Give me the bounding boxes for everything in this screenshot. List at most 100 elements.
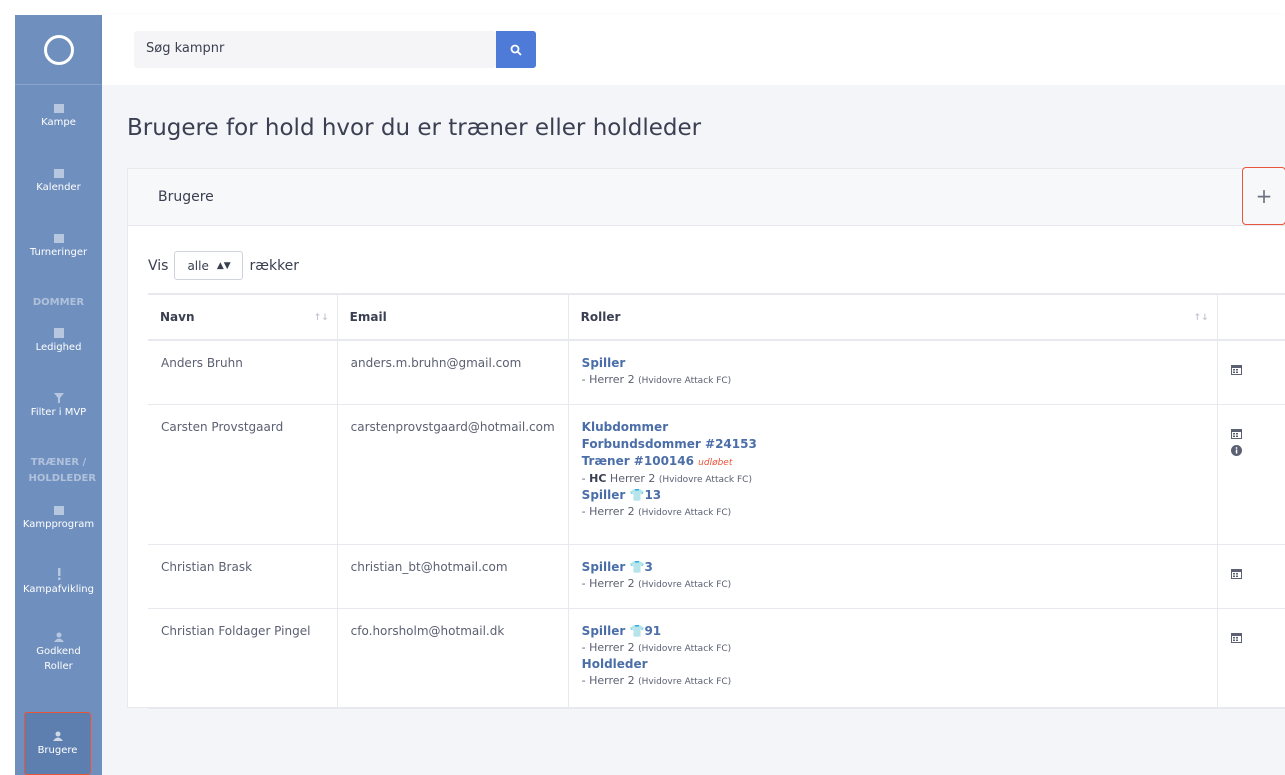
sidebar-item-filter[interactable]: Filter i MVP [15, 393, 102, 421]
cell-actions [1216, 340, 1285, 405]
role-name[interactable]: Spiller 👕91 [582, 623, 1204, 640]
role-team: - Herrer 2 (Hvidovre Attack FC) [581, 674, 732, 688]
page-title: Brugere for hold hvor du er træner eller… [127, 115, 702, 141]
sort-icon: ↑↓ [313, 313, 329, 323]
square-icon [53, 328, 64, 338]
column-header-navn[interactable]: Navn ↑↓ [148, 293, 338, 341]
column-header-label: Roller [580, 310, 621, 324]
search-icon [510, 44, 522, 56]
sidebar-item-kampe[interactable]: Kampe [15, 103, 102, 131]
role-team: - Herrer 2 (Hvidovre Attack FC) [581, 505, 732, 519]
role-name[interactable]: Klubdommer [582, 419, 1204, 436]
cell-roles: Spiller 👕91 - Herrer 2 (Hvidovre Attack … [567, 608, 1218, 709]
sidebar-item-kalender[interactable]: Kalender [15, 168, 102, 196]
cell-actions [1216, 544, 1285, 609]
shirt-number: 3 [644, 559, 653, 574]
role-name[interactable]: Spiller 👕3 [582, 559, 1204, 576]
cell-roles: Spiller 👕3 - Herrer 2 (Hvidovre Attack F… [567, 544, 1218, 609]
card-title: Brugere [158, 189, 214, 205]
role-team: - Herrer 2 (Hvidovre Attack FC) [581, 576, 732, 590]
calendar-icon [53, 234, 64, 243]
main-content: Brugere for hold hvor du er træner eller… [102, 85, 1285, 775]
sidebar-item-label: Kalender [36, 182, 81, 193]
table-header-row: Navn ↑↓ Email Roller ↑↓ [148, 293, 1285, 341]
section-traener: TRÆNER / HOLDLEDER [15, 455, 102, 486]
sidebar-item-kampafvikling[interactable]: Kampafvikling [15, 568, 102, 598]
sidebar-item-label: Kampafvikling [23, 584, 94, 595]
sidebar-item-kampprogram[interactable]: Kampprogram [15, 505, 102, 533]
calendar-icon[interactable] [1230, 567, 1242, 584]
select-arrows-icon: ▲▼ [216, 260, 231, 271]
sidebar-item-ledighed[interactable]: Ledighed [15, 328, 102, 356]
calendar-icon[interactable] [1230, 631, 1242, 648]
cell-name: Carsten Provstgaard [148, 404, 338, 545]
user-icon [52, 731, 63, 741]
info-icon[interactable] [1230, 444, 1242, 461]
users-card: Brugere + Vis alle ▲▼ rækker Navn ↑↓ Ema… [127, 167, 1285, 709]
calendar-icon[interactable] [1230, 427, 1242, 444]
page-size-prefix: Vis [148, 257, 169, 274]
role-team: - Herrer 2 (Hvidovre Attack FC) [581, 373, 732, 387]
sidebar-item-brugere[interactable]: Brugere [24, 712, 91, 775]
search-button[interactable] [496, 31, 536, 68]
users-table: Navn ↑↓ Email Roller ↑↓ Anders Bruhn and… [148, 293, 1285, 709]
sidebar-item-turneringer[interactable]: Turneringer [15, 233, 102, 261]
user-icon [53, 632, 64, 642]
cell-actions [1216, 404, 1285, 545]
add-user-button[interactable]: + [1242, 167, 1285, 225]
sidebar-item-label: Turneringer [29, 247, 88, 258]
cell-email: christian_bt@hotmail.com [336, 544, 569, 609]
section-traener-label: TRÆNER / HOLDLEDER [28, 457, 97, 484]
expired-badge: udløbet [698, 458, 733, 469]
shirt-icon: 👕 [629, 559, 645, 574]
table-row: Carsten Provstgaard carstenprovstgaard@h… [148, 404, 1285, 545]
role-team: - HC Herrer 2 (Hvidovre Attack FC) [581, 471, 752, 485]
topbar: Søg kampnr [102, 15, 1285, 85]
cell-roles: Klubdommer Forbundsdommer #24153 Træner … [567, 404, 1218, 545]
calendar-icon[interactable] [1230, 363, 1242, 380]
column-header-roller[interactable]: Roller ↑↓ [567, 293, 1218, 341]
page-size-value: alle [187, 258, 209, 273]
page-size-select[interactable]: alle ▲▼ [174, 251, 244, 280]
page-size-suffix: rækker [249, 257, 300, 274]
calendar-icon [53, 169, 64, 178]
filter-icon [53, 393, 64, 403]
sidebar: Kampe Kalender Turneringer DOMMER Ledigh… [15, 15, 102, 775]
column-header-actions [1216, 293, 1285, 341]
sort-icon: ↑↓ [1193, 313, 1209, 323]
cell-email: cfo.horsholm@hotmail.dk [336, 608, 569, 709]
cell-name: Anders Bruhn [148, 340, 338, 405]
sidebar-item-label: Ledighed [35, 342, 82, 353]
logo[interactable] [15, 15, 102, 85]
page-size-control: Vis alle ▲▼ rækker [148, 251, 299, 280]
role-name[interactable]: Holdleder [582, 656, 1204, 673]
sidebar-item-label: Filter i MVP [30, 407, 87, 418]
shirt-number: 13 [644, 487, 662, 502]
shirt-icon: 👕 [629, 487, 645, 502]
card-header: Brugere [128, 169, 1285, 226]
column-header-email[interactable]: Email [336, 293, 569, 341]
exclamation-icon [57, 568, 60, 580]
sidebar-item-label: Kampe [41, 117, 76, 128]
role-team: - Herrer 2 (Hvidovre Attack FC) [581, 640, 732, 654]
shirt-icon: 👕 [629, 623, 645, 638]
cell-email: carstenprovstgaard@hotmail.com [336, 404, 569, 545]
cell-roles: Spiller - Herrer 2 (Hvidovre Attack FC) [567, 340, 1218, 405]
table-row: Christian Foldager Pingel cfo.horsholm@h… [148, 608, 1285, 709]
logo-ring-icon [43, 34, 74, 65]
table-row: Anders Bruhn anders.m.bruhn@gmail.com Sp… [148, 340, 1285, 405]
role-name[interactable]: Spiller [582, 355, 1204, 372]
sidebar-item-label: Godkend Roller [36, 646, 81, 672]
column-header-label: Navn [160, 310, 195, 324]
column-header-label: Email [349, 310, 387, 324]
calendar-icon [53, 506, 64, 515]
role-name[interactable]: Forbundsdommer #24153 [582, 436, 1204, 453]
shirt-number: 91 [644, 623, 662, 638]
role-name[interactable]: Træner #100146 udløbet [582, 453, 1204, 470]
sidebar-item-label: Kampprogram [22, 519, 95, 530]
table-row: Christian Brask christian_bt@hotmail.com… [148, 544, 1285, 609]
sidebar-item-godkend-roller[interactable]: Godkend Roller [15, 632, 102, 674]
cell-actions [1216, 608, 1285, 709]
search-input[interactable]: Søg kampnr [134, 31, 496, 68]
role-name[interactable]: Spiller 👕13 [582, 487, 1204, 504]
